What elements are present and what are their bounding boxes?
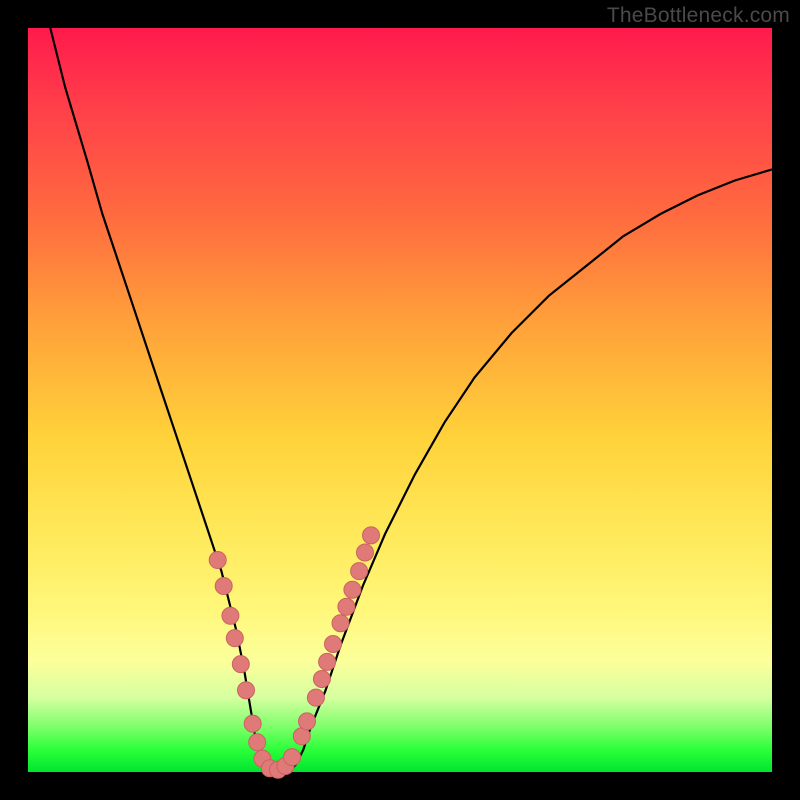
curve-marker (284, 749, 301, 766)
bottleneck-curve (50, 28, 772, 772)
curve-marker (222, 607, 239, 624)
curve-marker (363, 527, 380, 544)
curve-marker (307, 689, 324, 706)
curve-marker (351, 563, 368, 580)
chart-frame: TheBottleneck.com (0, 0, 800, 800)
curve-marker (209, 552, 226, 569)
curve-marker (357, 544, 374, 561)
plot-area (28, 28, 772, 772)
curve-marker (338, 598, 355, 615)
curve-marker (332, 615, 349, 632)
curve-marker (344, 581, 361, 598)
curve-marker (249, 734, 266, 751)
curve-marker (299, 713, 316, 730)
curve-marker (319, 653, 336, 670)
watermark-label: TheBottleneck.com (607, 4, 790, 28)
curve-marker (325, 636, 342, 653)
curve-markers (209, 527, 379, 778)
curve-svg (28, 28, 772, 772)
curve-marker (215, 578, 232, 595)
curve-marker (244, 715, 261, 732)
curve-marker (232, 656, 249, 673)
curve-marker (313, 671, 330, 688)
curve-marker (238, 682, 255, 699)
curve-marker (226, 630, 243, 647)
